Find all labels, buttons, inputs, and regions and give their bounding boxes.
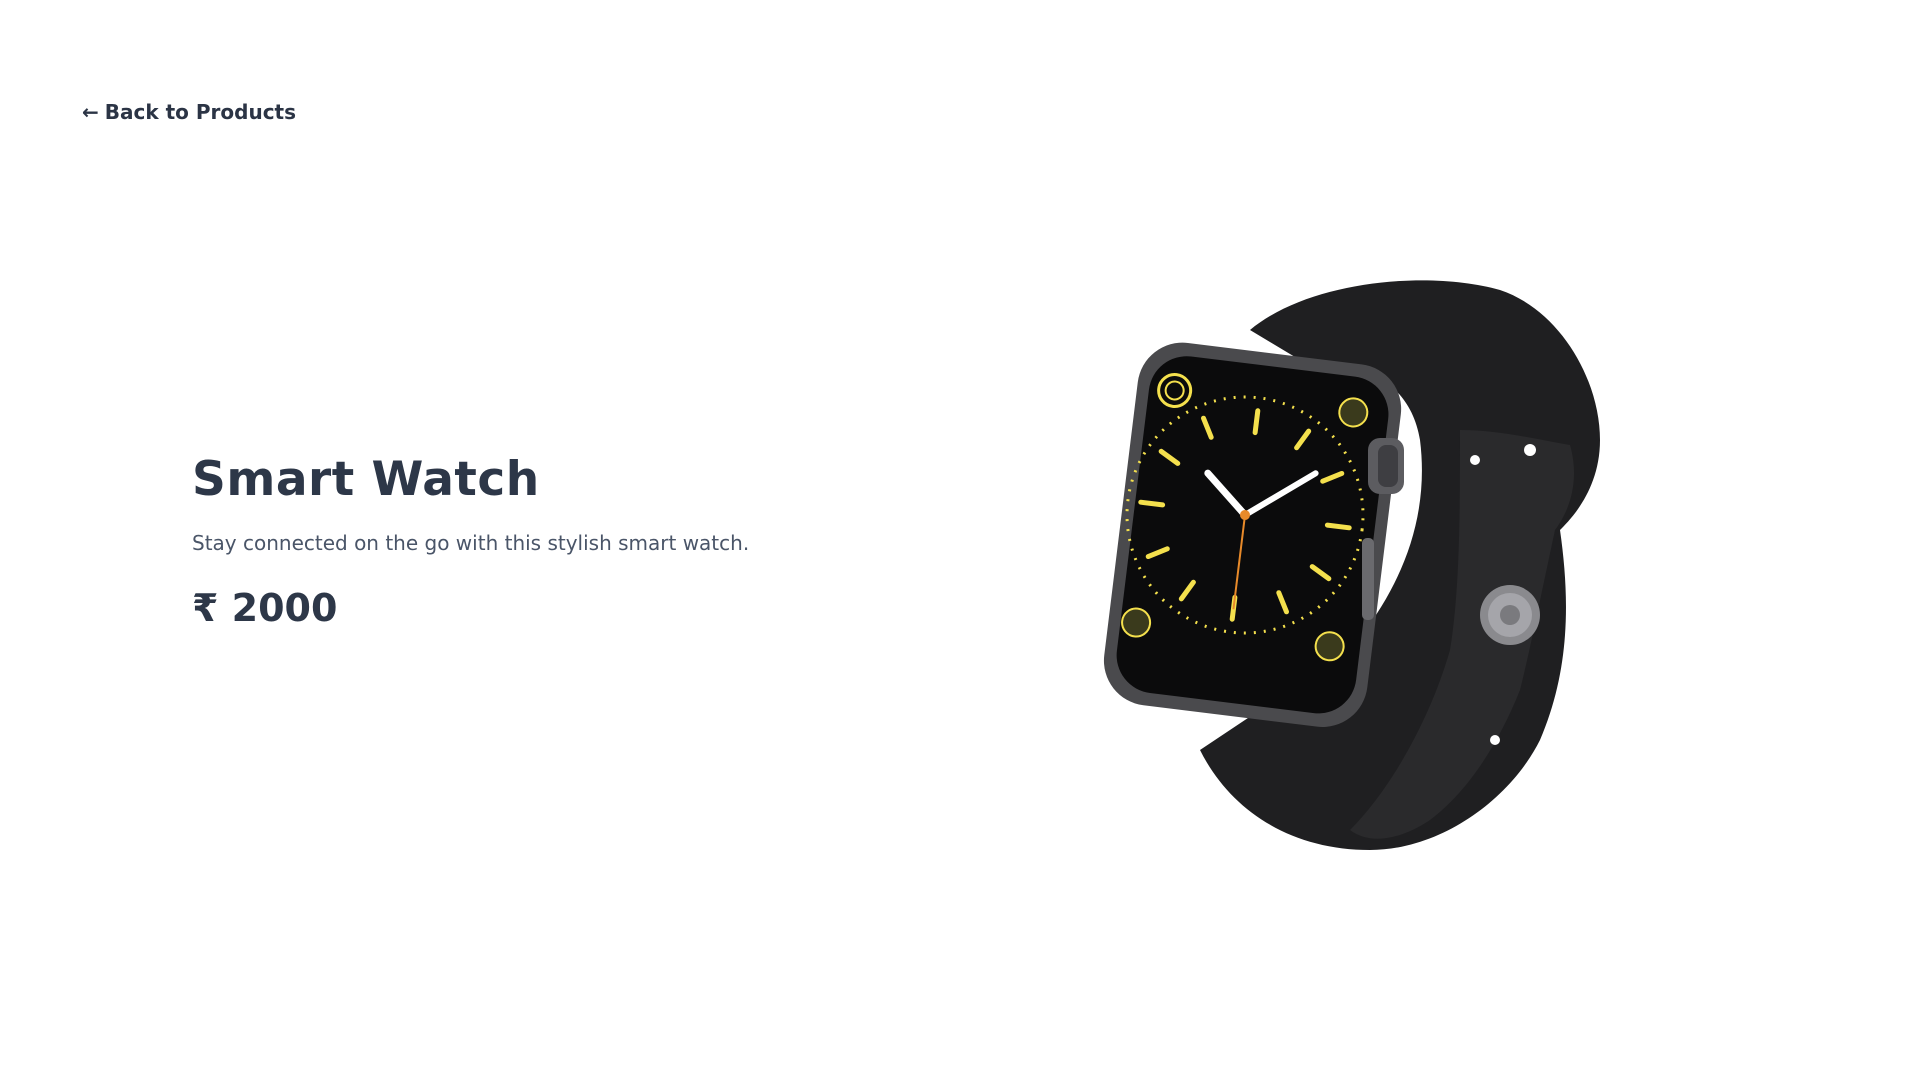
- product-detail-page: ← Back to Products Smart Watch Stay conn…: [0, 0, 1920, 1068]
- back-link-label: Back to Products: [104, 100, 297, 124]
- product-title: Smart Watch: [192, 452, 540, 507]
- back-to-products-link[interactable]: ← Back to Products: [82, 100, 296, 124]
- side-button: [1362, 538, 1374, 620]
- product-description: Stay connected on the go with this styli…: [192, 531, 750, 556]
- band-hole-3: [1490, 735, 1500, 745]
- smart-watch-image: [1103, 280, 1600, 850]
- product-info: Smart Watch Stay connected on the go wit…: [192, 452, 912, 632]
- product-price: ₹ 2000: [192, 586, 338, 631]
- arrow-left-icon: ←: [82, 100, 99, 124]
- band-hole-2: [1470, 455, 1480, 465]
- band-hole-1: [1524, 444, 1536, 456]
